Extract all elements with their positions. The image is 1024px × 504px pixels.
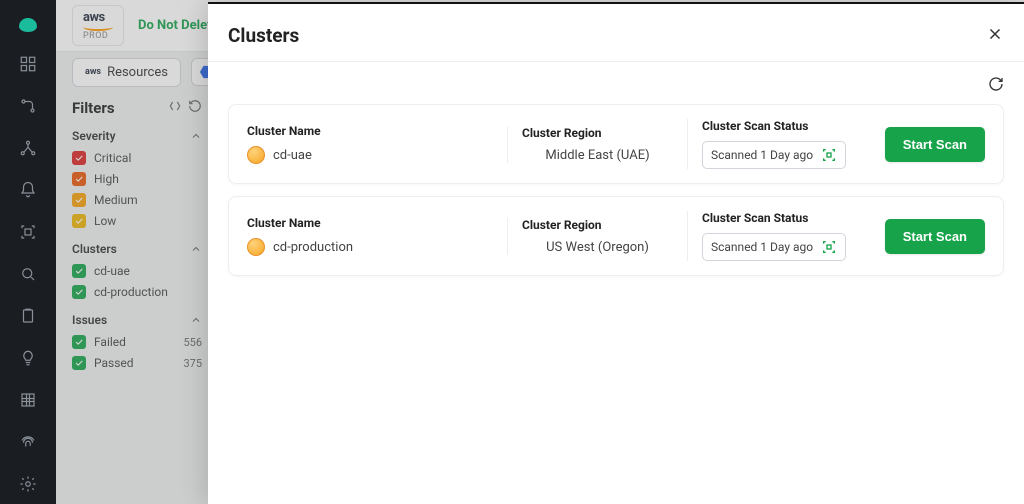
nav-settings-icon[interactable] [18,474,38,494]
cluster-region: Middle East (UAE) [522,148,673,163]
col-label-region: Cluster Region [522,218,673,232]
scan-target-icon [821,239,837,255]
scan-status-text: Scanned 1 Day ago [711,240,813,254]
left-sidebar [0,0,56,504]
close-icon [986,25,1004,43]
cluster-avatar-icon [247,238,265,256]
scan-status-text: Scanned 1 Day ago [711,148,813,162]
nav-lightbulb-icon[interactable] [18,348,38,368]
refresh-icon [988,76,1004,92]
nav-fingerprint-icon[interactable] [18,432,38,452]
scan-status-pill: Scanned 1 Day ago [702,233,846,261]
scan-status-pill: Scanned 1 Day ago [702,141,846,169]
cluster-avatar-icon [247,146,265,164]
nav-branches-icon[interactable] [18,96,38,116]
nav-search-icon[interactable] [18,264,38,284]
close-button[interactable] [986,25,1004,47]
col-label-name: Cluster Name [247,124,493,138]
cluster-region: US West (Oregon) [522,240,673,255]
nav-tree-icon[interactable] [18,138,38,158]
start-scan-button[interactable]: Start Scan [885,219,985,254]
nav-scan-icon[interactable] [18,222,38,242]
clusters-modal: Clusters Cluster Name cd-uae Cluster Reg… [208,2,1024,504]
cluster-card: Cluster Name cd-uae Cluster Region Middl… [228,104,1004,184]
start-scan-button[interactable]: Start Scan [885,127,985,162]
nav-grid-icon[interactable] [18,390,38,410]
cluster-name: cd-production [273,240,353,255]
app-logo-icon [19,18,37,32]
col-label-name: Cluster Name [247,216,493,230]
modal-title: Clusters [228,24,299,47]
nav-clipboard-icon[interactable] [18,306,38,326]
col-label-region: Cluster Region [522,126,673,140]
refresh-button[interactable] [988,76,1004,96]
cluster-name: cd-uae [273,148,312,163]
scan-target-icon [821,147,837,163]
nav-dashboard-icon[interactable] [18,54,38,74]
col-label-status: Cluster Scan Status [702,119,853,133]
col-label-status: Cluster Scan Status [702,211,853,225]
cluster-card: Cluster Name cd-production Cluster Regio… [228,196,1004,276]
nav-bell-icon[interactable] [18,180,38,200]
